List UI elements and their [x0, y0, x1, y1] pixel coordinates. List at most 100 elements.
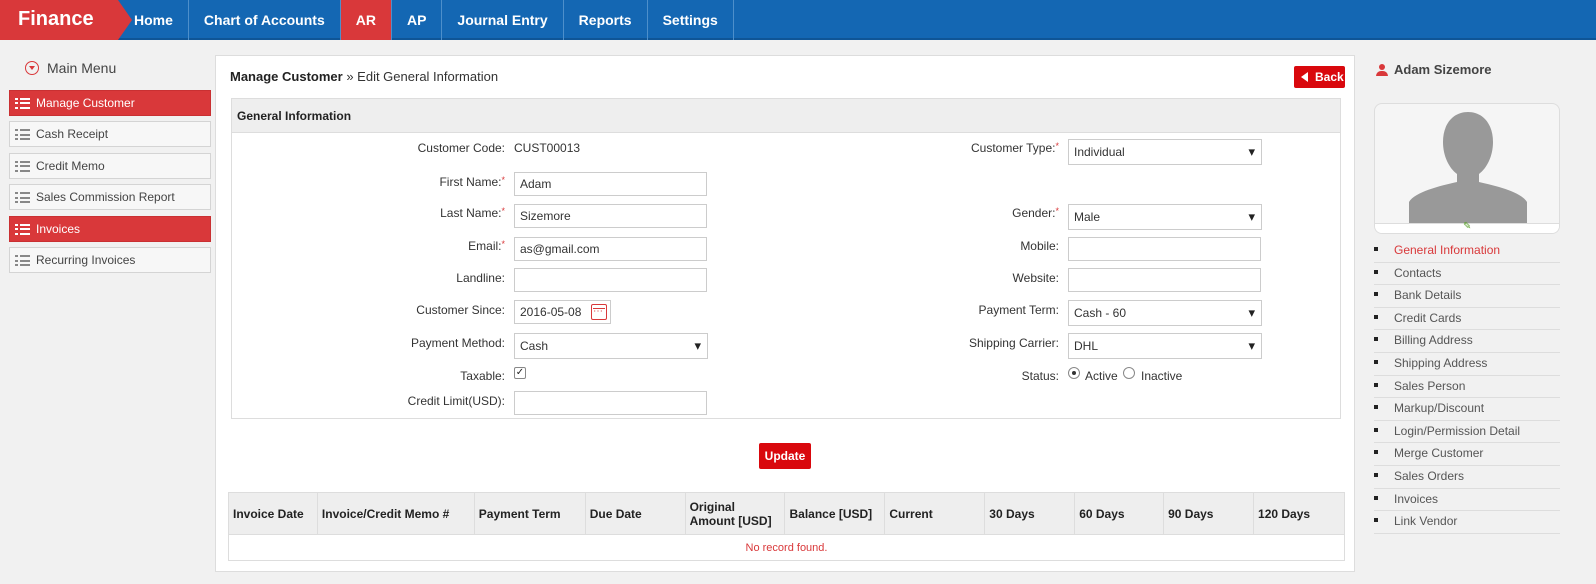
customer-section-links: General Information Contacts Bank Detail…	[1374, 240, 1560, 534]
first-name-field[interactable]: Adam	[514, 172, 707, 196]
landline-field[interactable]	[514, 268, 707, 292]
invoice-aging-table: Invoice Date Invoice/Credit Memo # Payme…	[228, 492, 1345, 561]
column-header[interactable]: Original Amount [USD]	[684, 492, 786, 535]
payment-term-select[interactable]: Cash - 60	[1068, 300, 1262, 326]
gender-select[interactable]: Male	[1068, 204, 1262, 230]
link-contacts[interactable]: Contacts	[1374, 263, 1560, 286]
taxable-checkbox[interactable]: ✓	[514, 367, 526, 379]
collapse-icon	[25, 61, 39, 76]
breadcrumb-root[interactable]: Manage Customer	[230, 69, 343, 84]
column-header[interactable]: 60 Days	[1074, 492, 1165, 535]
avatar-placeholder-icon	[1409, 112, 1527, 225]
customer-type-value: Individual	[1074, 145, 1125, 159]
first-name-label: First Name:*	[439, 175, 505, 189]
menu-item-manage-customer[interactable]: Manage Customer	[9, 89, 211, 116]
calendar-icon[interactable]	[591, 304, 607, 320]
nav-settings[interactable]: Settings	[648, 0, 734, 40]
empty-message: No record found.	[228, 534, 1345, 561]
credit-limit-field[interactable]	[514, 391, 707, 415]
column-header[interactable]: 30 Days	[984, 492, 1076, 535]
customer-type-select[interactable]: Individual	[1068, 139, 1262, 165]
update-button[interactable]: Update	[759, 443, 811, 469]
column-header[interactable]: Current	[884, 492, 986, 535]
menu-item-recurring-invoices[interactable]: Recurring Invoices	[9, 247, 211, 273]
email-field[interactable]: as@gmail.com	[514, 237, 707, 261]
nav-home[interactable]: Home	[118, 0, 189, 40]
back-button[interactable]: Back	[1294, 66, 1345, 88]
column-header[interactable]: Invoice/Credit Memo #	[316, 492, 475, 535]
mobile-field[interactable]	[1068, 237, 1261, 261]
link-billing-address[interactable]: Billing Address	[1374, 330, 1560, 353]
payment-term-label: Payment Term:	[978, 303, 1059, 317]
list-icon	[15, 223, 30, 235]
gender-label: Gender:*	[1012, 206, 1059, 220]
menu-item-label: Sales Commission Report	[36, 190, 175, 204]
menu-item-sales-commission-report[interactable]: Sales Commission Report	[9, 184, 211, 210]
payment-method-label: Payment Method:	[410, 336, 505, 350]
nav-reports[interactable]: Reports	[564, 0, 648, 40]
gender-value: Male	[1074, 210, 1101, 224]
top-navbar: Finance Home Chart of Accounts AR AP Jou…	[0, 0, 1596, 40]
customer-since-field[interactable]: 2016-05-08	[514, 300, 611, 324]
customer-type-label: Customer Type:*	[971, 141, 1059, 155]
main-nav: Home Chart of Accounts AR AP Journal Ent…	[118, 0, 734, 40]
shipping-carrier-select[interactable]: DHL	[1068, 333, 1262, 359]
status-inactive-label: Inactive	[1141, 369, 1183, 383]
menu-item-label: Cash Receipt	[36, 127, 109, 141]
column-header[interactable]: Due Date	[584, 492, 686, 535]
email-label: Email:*	[468, 239, 505, 253]
link-credit-cards[interactable]: Credit Cards	[1374, 308, 1560, 331]
table-header-row: Invoice Date Invoice/Credit Memo # Payme…	[228, 492, 1345, 535]
status-active-radio[interactable]	[1068, 367, 1080, 379]
breadcrumb-current: Edit General Information	[357, 69, 499, 84]
nav-ap[interactable]: AP	[392, 0, 443, 40]
column-header[interactable]: Payment Term	[473, 492, 586, 535]
payment-method-select[interactable]: Cash	[514, 333, 708, 359]
link-sales-person[interactable]: Sales Person	[1374, 376, 1560, 399]
breadcrumb: Manage Customer » Edit General Informati…	[230, 69, 498, 84]
column-header[interactable]: Balance [USD]	[784, 492, 886, 535]
website-field[interactable]	[1068, 268, 1261, 292]
list-icon	[15, 160, 30, 172]
menu-item-label: Credit Memo	[36, 158, 105, 173]
menu-item-credit-memo[interactable]: Credit Memo	[9, 152, 211, 179]
link-shipping-address[interactable]: Shipping Address	[1374, 353, 1560, 376]
taxable-label: Taxable:	[460, 369, 505, 383]
last-name-field[interactable]: Sizemore	[514, 204, 707, 228]
landline-label: Landline:	[456, 271, 505, 285]
nav-ar[interactable]: AR	[340, 0, 392, 40]
shipping-carrier-value: DHL	[1074, 339, 1099, 353]
link-invoices[interactable]: Invoices	[1374, 489, 1560, 512]
list-icon	[15, 129, 30, 140]
pencil-icon[interactable]: ✎	[1463, 222, 1471, 232]
customer-code-value: CUST00013	[514, 141, 581, 155]
link-merge-customer[interactable]: Merge Customer	[1374, 443, 1560, 466]
list-icon	[15, 97, 30, 109]
status-label: Status:	[1021, 369, 1059, 383]
menu-item-cash-receipt[interactable]: Cash Receipt	[9, 121, 211, 147]
payment-method-value: Cash	[520, 339, 549, 353]
link-general-information[interactable]: General Information	[1374, 240, 1560, 263]
main-panel: Manage Customer » Edit General Informati…	[215, 55, 1355, 572]
link-link-vendor[interactable]: Link Vendor	[1374, 511, 1560, 534]
brand-logo[interactable]: Finance	[0, 0, 132, 40]
status-active-label: Active	[1085, 369, 1118, 383]
list-icon	[15, 255, 30, 266]
column-header[interactable]: Invoice Date	[228, 492, 318, 535]
status-inactive-radio[interactable]	[1123, 367, 1135, 379]
link-sales-orders[interactable]: Sales Orders	[1374, 466, 1560, 489]
nav-journal-entry[interactable]: Journal Entry	[442, 0, 564, 40]
link-markup-discount[interactable]: Markup/Discount	[1374, 398, 1560, 421]
main-menu-header[interactable]: Main Menu	[9, 56, 211, 84]
link-login-permission-detail[interactable]: Login/Permission Detail	[1374, 421, 1560, 444]
menu-item-invoices[interactable]: Invoices	[9, 215, 211, 242]
last-name-label: Last Name:*	[440, 206, 505, 220]
breadcrumb-separator: »	[342, 69, 358, 84]
menu-item-label: Invoices	[36, 221, 81, 236]
user-icon	[1376, 64, 1388, 76]
nav-chart-of-accounts[interactable]: Chart of Accounts	[189, 0, 341, 40]
column-header[interactable]: 120 Days	[1253, 492, 1345, 535]
link-bank-details[interactable]: Bank Details	[1374, 285, 1560, 308]
column-header[interactable]: 90 Days	[1163, 492, 1255, 535]
table-row: No record found.	[228, 534, 1345, 561]
